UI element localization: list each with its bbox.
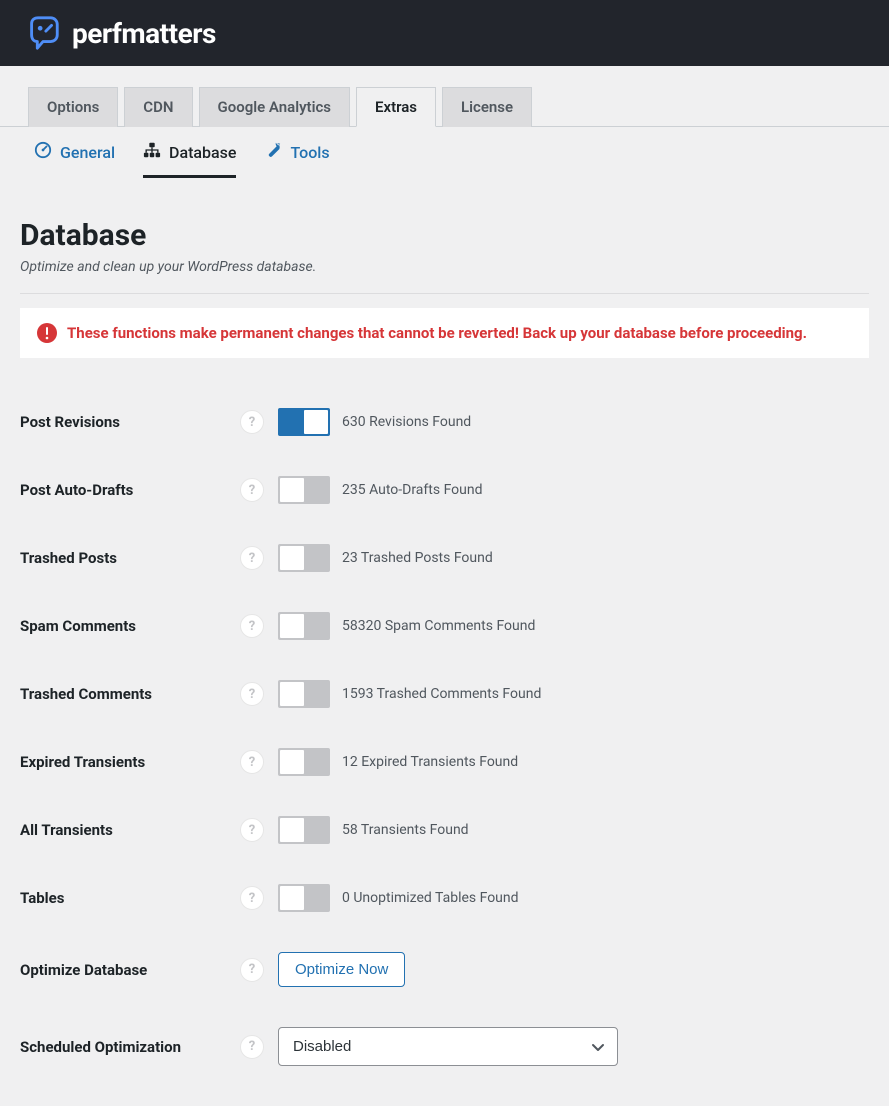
toggle-post-revisions[interactable] xyxy=(278,408,330,436)
option-status-spam-comments: 58320 Spam Comments Found xyxy=(342,618,535,634)
option-row-trashed-comments: Trashed Comments? 1593 Trashed Comments F… xyxy=(20,660,869,728)
brand-name: perfmatters xyxy=(72,17,216,50)
subtab-label: General xyxy=(60,143,115,162)
tab-extras[interactable]: Extras xyxy=(356,87,436,127)
main-content: OptionsCDNGoogle AnalyticsExtrasLicense … xyxy=(0,66,889,1106)
tab-cdn[interactable]: CDN xyxy=(124,87,192,127)
toggle-trashed-comments[interactable] xyxy=(278,680,330,708)
option-label-tables: Tables xyxy=(20,889,240,907)
subtab-general[interactable]: General xyxy=(34,141,115,178)
divider xyxy=(20,293,869,294)
option-row-tables: Tables? 0 Unoptimized Tables Found xyxy=(20,864,869,932)
option-row-expired-transients: Expired Transients? 12 Expired Transients… xyxy=(20,728,869,796)
options-list: Post Revisions? 630 Revisions Found Post A… xyxy=(20,388,869,932)
tab-license[interactable]: License xyxy=(442,87,532,127)
option-label-spam-comments: Spam Comments xyxy=(20,617,240,635)
option-row-spam-comments: Spam Comments? 58320 Spam Comments Found xyxy=(20,592,869,660)
subtab-tools[interactable]: Tools xyxy=(264,141,329,178)
toggle-spam-comments[interactable] xyxy=(278,612,330,640)
option-row-all-transients: All Transients? 58 Transients Found xyxy=(20,796,869,864)
option-status-expired-transients: 12 Expired Transients Found xyxy=(342,754,518,770)
tab-google-analytics[interactable]: Google Analytics xyxy=(199,87,351,127)
toggle-post-auto-drafts[interactable] xyxy=(278,476,330,504)
option-label-all-transients: All Transients xyxy=(20,821,240,839)
perfmatters-logo-icon xyxy=(24,14,62,52)
help-icon[interactable]: ? xyxy=(240,682,264,706)
option-row-trashed-posts: Trashed Posts? 23 Trashed Posts Found xyxy=(20,524,869,592)
option-label-post-auto-drafts: Post Auto-Drafts xyxy=(20,481,240,499)
help-icon[interactable]: ? xyxy=(240,410,264,434)
toggle-tables[interactable] xyxy=(278,884,330,912)
subtab-label: Tools xyxy=(290,143,329,162)
section-description: Optimize and clean up your WordPress dat… xyxy=(20,259,869,275)
option-label-trashed-comments: Trashed Comments xyxy=(20,685,240,703)
option-label-post-revisions: Post Revisions xyxy=(20,413,240,431)
sitemap-icon xyxy=(143,141,161,163)
help-icon[interactable]: ? xyxy=(240,958,264,982)
option-status-all-transients: 58 Transients Found xyxy=(342,822,469,838)
help-icon[interactable]: ? xyxy=(240,886,264,910)
help-icon[interactable]: ? xyxy=(240,818,264,842)
help-icon[interactable]: ? xyxy=(240,478,264,502)
section-title: Database xyxy=(20,218,869,253)
toggle-expired-transients[interactable] xyxy=(278,748,330,776)
warning-text: These functions make permanent changes t… xyxy=(67,324,807,342)
primary-tabs: OptionsCDNGoogle AnalyticsExtrasLicense xyxy=(0,66,889,127)
alert-circle-icon xyxy=(37,323,57,343)
subtab-label: Database xyxy=(169,143,236,162)
secondary-tabs: General Database Tools xyxy=(0,127,889,178)
option-label-expired-transients: Expired Transients xyxy=(20,753,240,771)
help-icon[interactable]: ? xyxy=(240,546,264,570)
option-row-post-auto-drafts: Post Auto-Drafts? 235 Auto-Drafts Found xyxy=(20,456,869,524)
scheduled-select-wrap: Disabled xyxy=(278,1027,618,1066)
option-status-post-auto-drafts: 235 Auto-Drafts Found xyxy=(342,482,483,498)
toggle-trashed-posts[interactable] xyxy=(278,544,330,572)
help-icon[interactable]: ? xyxy=(240,614,264,638)
toggle-all-transients[interactable] xyxy=(278,816,330,844)
scheduled-optimization-row: Scheduled Optimization ? Disabled xyxy=(20,1007,869,1086)
warning-banner: These functions make permanent changes t… xyxy=(20,308,869,358)
optimize-database-label: Optimize Database xyxy=(20,961,240,979)
scheduled-optimization-label: Scheduled Optimization xyxy=(20,1038,240,1056)
option-label-trashed-posts: Trashed Posts xyxy=(20,549,240,567)
subtab-database[interactable]: Database xyxy=(143,141,236,178)
option-status-tables: 0 Unoptimized Tables Found xyxy=(342,890,519,906)
option-row-post-revisions: Post Revisions? 630 Revisions Found xyxy=(20,388,869,456)
brand-logo: perfmatters xyxy=(24,14,216,52)
wrench-icon xyxy=(264,141,282,163)
option-status-post-revisions: 630 Revisions Found xyxy=(342,414,471,430)
optimize-database-row: Optimize Database ? Optimize Now xyxy=(20,932,869,1007)
option-status-trashed-posts: 23 Trashed Posts Found xyxy=(342,550,493,566)
optimize-now-button[interactable]: Optimize Now xyxy=(278,952,405,987)
tab-options[interactable]: Options xyxy=(28,87,118,127)
app-header: perfmatters xyxy=(0,0,889,66)
gauge-icon xyxy=(34,141,52,163)
scheduled-optimization-select[interactable]: Disabled xyxy=(278,1027,618,1066)
help-icon[interactable]: ? xyxy=(240,1035,264,1059)
database-section: Database Optimize and clean up your Word… xyxy=(0,178,889,1086)
option-status-trashed-comments: 1593 Trashed Comments Found xyxy=(342,686,541,702)
help-icon[interactable]: ? xyxy=(240,750,264,774)
